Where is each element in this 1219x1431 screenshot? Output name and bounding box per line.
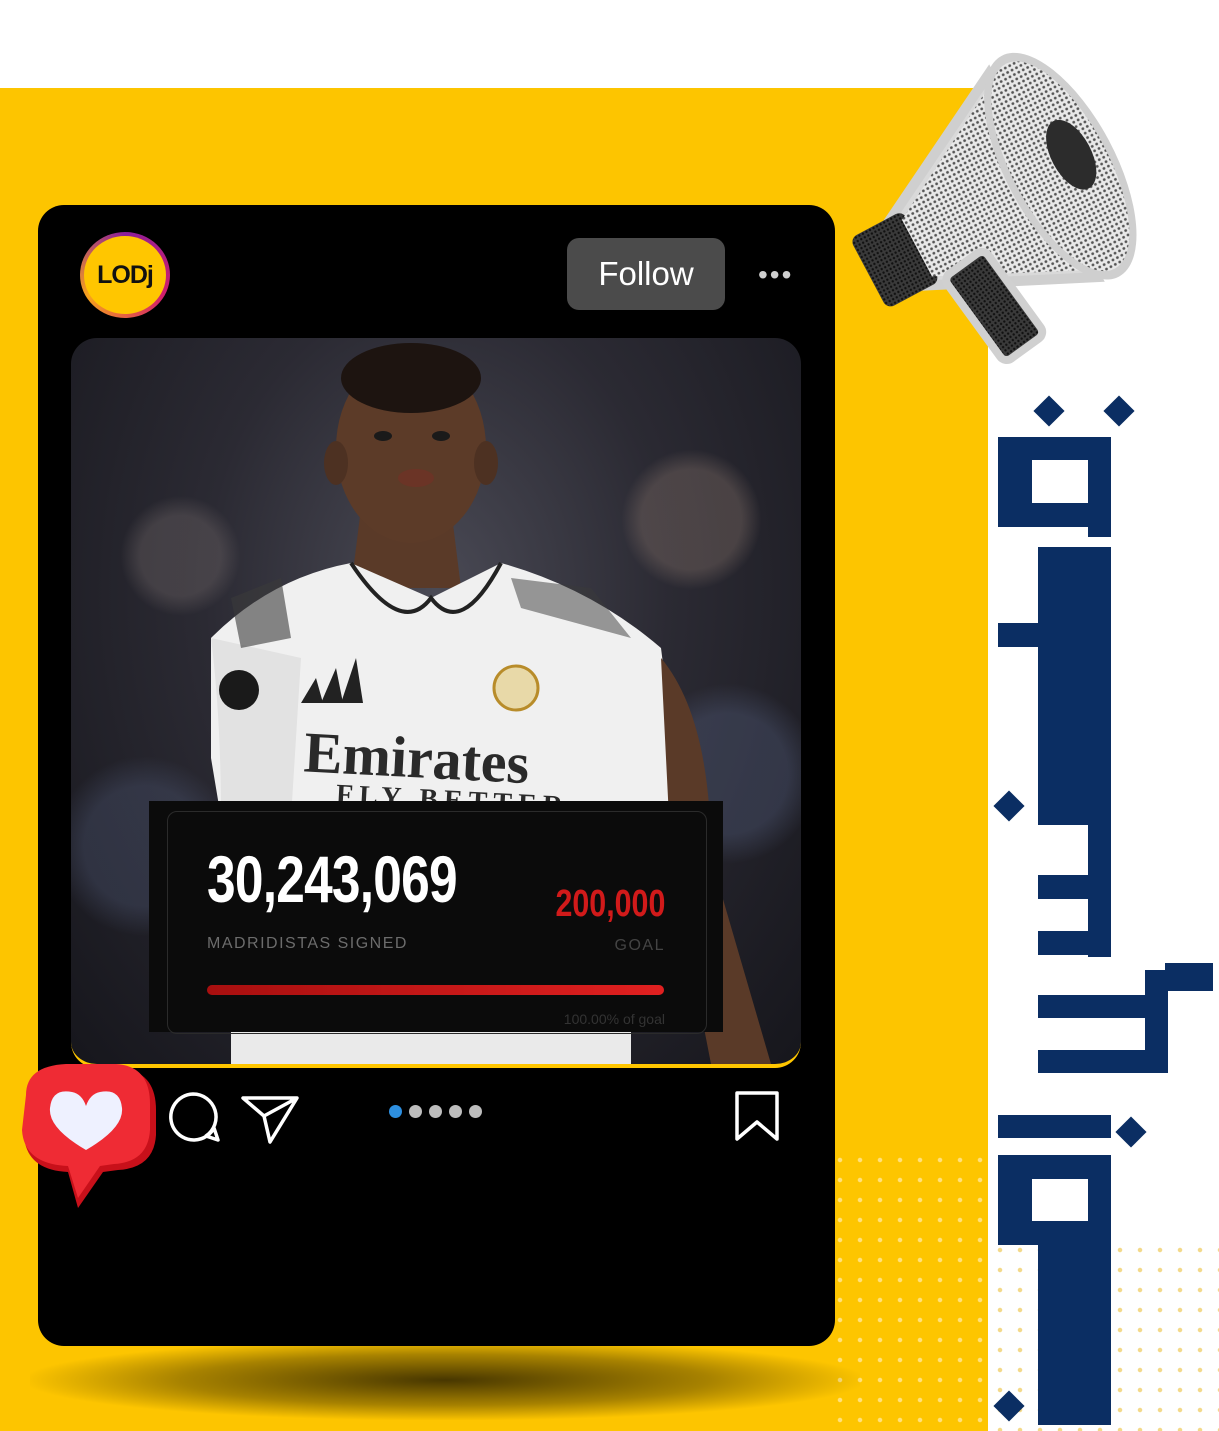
carousel-dot xyxy=(389,1105,402,1118)
bookmark-icon[interactable] xyxy=(733,1090,781,1142)
heart-icon[interactable] xyxy=(8,1060,158,1208)
goal-progress-fill xyxy=(207,985,664,995)
post-image[interactable]: Emirates FLY BETTER 30,243,069 MADRIDIST… xyxy=(71,338,801,1068)
profile-avatar[interactable]: LODj xyxy=(80,232,170,318)
progress-caption: 100.00% of goal xyxy=(563,1011,665,1027)
carousel-dot xyxy=(429,1105,442,1118)
carousel-dot xyxy=(409,1105,422,1118)
carousel-dot xyxy=(449,1105,462,1118)
carousel-indicator xyxy=(389,1105,482,1118)
signed-count-label: MADRIDISTAS SIGNED xyxy=(207,935,408,952)
signed-count: 30,243,069 xyxy=(207,842,458,916)
comment-icon[interactable] xyxy=(166,1090,220,1144)
megaphone-icon xyxy=(852,52,1137,364)
kufic-calligraphy xyxy=(993,395,1213,1425)
more-horizontal-icon[interactable]: ••• xyxy=(758,261,798,289)
carousel-dot xyxy=(469,1105,482,1118)
signature-stat-panel: 30,243,069 MADRIDISTAS SIGNED 200,000 GO… xyxy=(149,801,723,1034)
goal-count: 200,000 xyxy=(555,883,665,925)
goal-progress-bar xyxy=(207,985,664,995)
send-icon[interactable] xyxy=(240,1092,300,1144)
goal-label: GOAL xyxy=(614,937,665,954)
avatar-logo: LODj xyxy=(84,236,166,314)
card-shadow xyxy=(30,1340,860,1420)
follow-button[interactable]: Follow xyxy=(567,238,725,310)
